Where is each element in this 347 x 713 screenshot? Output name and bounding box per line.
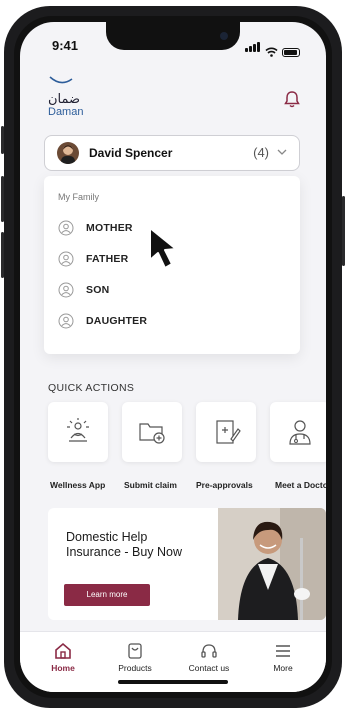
menu-icon (276, 645, 290, 657)
doctor-icon (289, 420, 311, 445)
quick-action-label: Meet a Doctor (275, 480, 326, 490)
quick-action-wellness[interactable] (48, 402, 108, 462)
quick-action-pre-approvals[interactable] (196, 402, 256, 462)
member-count: (4) (253, 145, 269, 160)
user-icon (58, 313, 74, 329)
user-icon (58, 251, 74, 267)
dropdown-title: My Family (58, 192, 99, 202)
mute-switch (1, 126, 4, 154)
camera-icon (220, 32, 228, 40)
tab-home[interactable]: Home (28, 642, 98, 673)
family-member-label: DAUGHTER (86, 315, 148, 327)
status-icons (245, 39, 300, 57)
family-member-label: MOTHER (86, 222, 133, 234)
promo-banner[interactable]: Domestic Help Insurance - Buy Now Learn … (48, 508, 326, 620)
tab-label: Home (51, 663, 75, 673)
tab-label: Contact us (188, 663, 230, 673)
family-member-label: SON (86, 284, 110, 296)
logo-english: Daman (48, 106, 84, 118)
tab-label: Products (118, 663, 152, 673)
notch (106, 22, 240, 50)
mouse-pointer-icon (149, 227, 177, 269)
tab-products[interactable]: Products (100, 642, 170, 673)
battery-icon (282, 48, 300, 57)
family-member-father[interactable]: FATHER (58, 249, 128, 269)
profile-name: David Spencer (89, 146, 173, 160)
document-edit-icon (216, 420, 241, 444)
phone-frame: 9:41 ضمان Daman David Spencer (4) My Fam… (1, 6, 345, 708)
signal-icon (245, 39, 261, 57)
quick-action-label: Pre-approvals (196, 480, 253, 490)
volume-up-button (1, 176, 4, 222)
daman-logo[interactable]: ضمان Daman (48, 74, 83, 118)
quick-action-meet-doctor[interactable] (270, 402, 326, 462)
tab-label: More (273, 663, 293, 673)
learn-more-button[interactable]: Learn more (64, 584, 150, 606)
notification-button[interactable] (284, 90, 300, 113)
quick-action-label: Wellness App (50, 480, 106, 490)
profile-selector[interactable]: David Spencer (4) (44, 135, 300, 171)
volume-down-button (1, 232, 4, 278)
bell-icon (284, 91, 300, 108)
user-icon (58, 220, 74, 236)
housekeeper-illustration (218, 508, 326, 620)
tab-contact-us[interactable]: Contact us (174, 642, 244, 673)
family-member-mother[interactable]: MOTHER (58, 218, 133, 238)
user-icon (58, 282, 74, 298)
quick-action-label: Submit claim (124, 480, 177, 490)
quick-action-submit-claim[interactable] (122, 402, 182, 462)
status-time: 9:41 (52, 38, 79, 53)
bottom-tab-bar: Home Products Contact us More (20, 631, 326, 692)
folder-add-icon (139, 423, 165, 444)
power-button (342, 196, 345, 266)
family-member-label: FATHER (86, 253, 129, 265)
banner-photo (218, 508, 326, 620)
products-icon (128, 643, 142, 659)
app-screen: 9:41 ضمان Daman David Spencer (4) My Fam… (20, 22, 326, 692)
family-member-son[interactable]: SON (58, 280, 109, 300)
wellness-icon (67, 418, 89, 442)
avatar (57, 142, 79, 164)
logo-swoosh-icon (49, 76, 73, 84)
chevron-down-icon (277, 149, 287, 155)
quick-actions-title: QUICK ACTIONS (48, 382, 135, 394)
tab-more[interactable]: More (248, 642, 318, 673)
banner-text: Domestic Help Insurance - Buy Now (66, 530, 183, 559)
family-member-daughter[interactable]: DAUGHTER (58, 311, 147, 331)
home-indicator (118, 680, 228, 684)
logo-arabic: ضمان (48, 92, 81, 107)
contact-icon (201, 644, 217, 658)
home-icon (55, 642, 71, 659)
wifi-icon (265, 47, 278, 57)
